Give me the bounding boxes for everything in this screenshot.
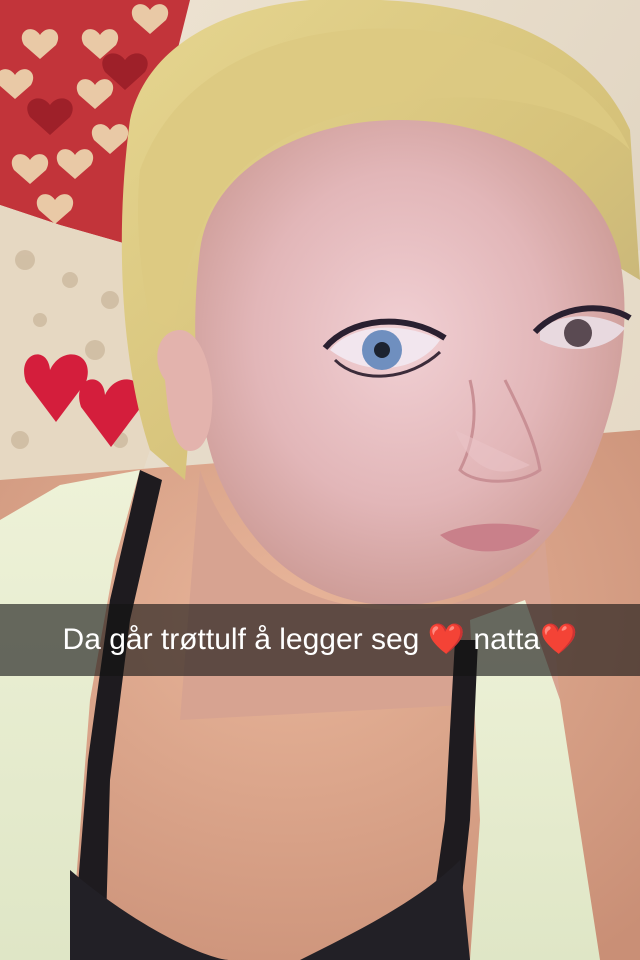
caption-text: Da går trøttulf å legger seg ❤️ natta❤️ bbox=[62, 623, 578, 656]
caption-bar: Da går trøttulf å legger seg ❤️ natta❤️ bbox=[0, 604, 640, 676]
selfie-photo bbox=[0, 0, 640, 960]
snap-view: Da går trøttulf å legger seg ❤️ natta❤️ bbox=[0, 0, 640, 960]
